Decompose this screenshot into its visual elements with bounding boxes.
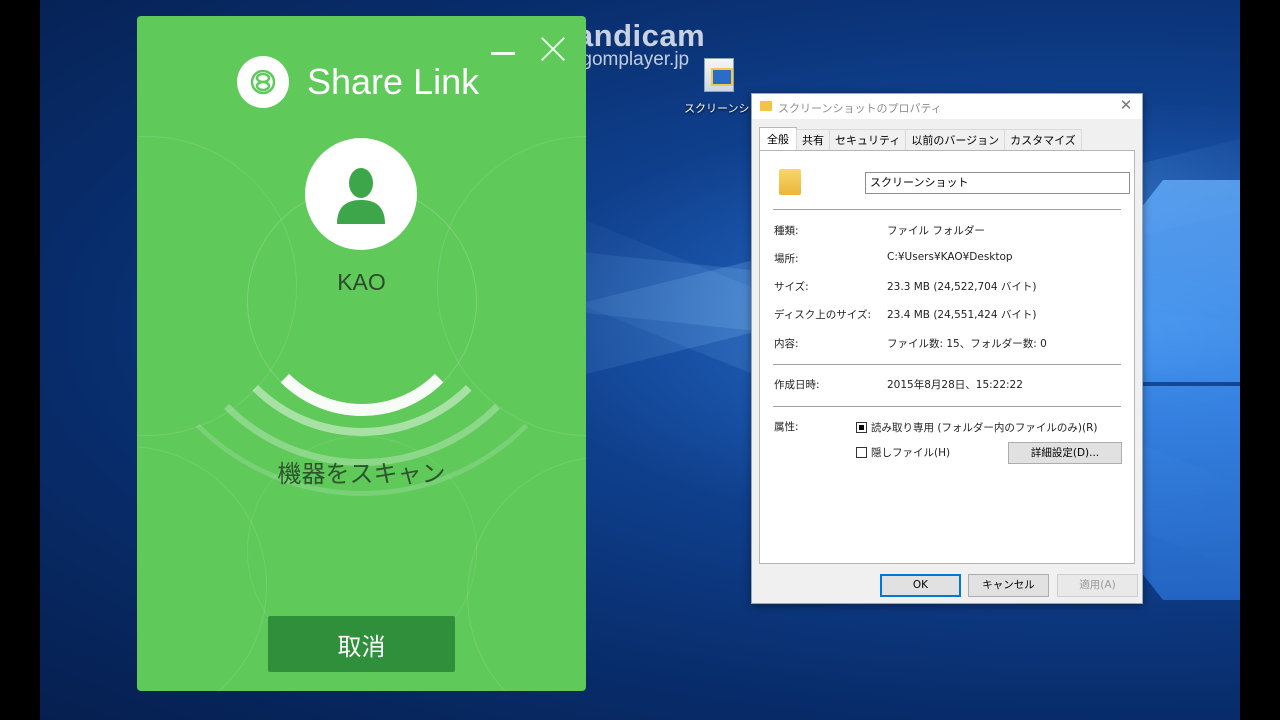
desktop-icon-screenshot[interactable]: スクリーンショッ [684,58,772,116]
user-name: KAO [337,269,386,295]
folder-icon [779,169,801,195]
created-value: 2015年8月28日、15:22:22 [887,379,1023,391]
share-link-brand: Share Link [237,56,479,108]
location-value: C:¥Users¥KAO¥Desktop [887,251,1013,263]
ok-button[interactable]: OK [880,574,961,597]
cancel-scan-button[interactable]: 取消 [268,616,455,672]
tab-bar: 全般 共有 セキュリティ 以前のバージョン カスタマイズ [759,127,1082,151]
windows-logo [1130,180,1240,600]
user-icon [337,168,385,224]
divider [773,364,1121,365]
readonly-label: 読み取り専用 (フォルダー内のファイルのみ)(R) [871,422,1098,434]
created-label: 作成日時: [774,379,820,391]
close-icon[interactable]: ✕ [1118,97,1134,113]
app-name: Share Link [307,61,480,102]
user-avatar [305,138,417,250]
contents-label: 内容: [774,338,799,350]
desktop-icon-label: スクリーンショッ [684,102,772,115]
folder-name-field[interactable]: スクリーンショット [865,172,1130,194]
general-panel: スクリーンショット 種類: ファイル フォルダー 場所: C:¥Users¥KA… [759,150,1135,564]
hidden-checkbox[interactable] [856,447,867,458]
share-link-window: Share Link KAO 機器をスキャン 取消 [137,16,586,691]
tab-general[interactable]: 全般 [759,127,797,151]
size-value: 23.3 MB (24,522,704 バイト) [887,281,1037,293]
properties-dialog: スクリーンショットのプロパティ ✕ 全般 共有 セキュリティ 以前のバージョン … [751,93,1143,604]
scan-status-text: 機器をスキャン [277,460,446,488]
location-label: 場所: [774,253,799,265]
contents-value: ファイル数: 15、フォルダー数: 0 [887,338,1047,350]
folder-icon [760,101,772,111]
cancel-button[interactable]: キャンセル [968,574,1049,597]
tab-sharing[interactable]: 共有 [796,129,830,151]
tab-security[interactable]: セキュリティ [829,129,907,151]
advanced-button[interactable]: 詳細設定(D)... [1008,442,1122,464]
minimize-button[interactable] [491,52,515,55]
tab-previous-versions[interactable]: 以前のバージョン [905,129,1006,151]
tab-customize[interactable]: カスタマイズ [1004,129,1082,151]
dialog-titlebar: スクリーンショットのプロパティ ✕ [752,94,1142,119]
close-button[interactable] [540,36,566,62]
size-label: サイズ: [774,281,809,293]
apply-button[interactable]: 適用(A) [1057,574,1138,597]
hidden-label: 隠しファイル(H) [871,447,951,459]
disk-size-value: 23.4 MB (24,551,424 バイト) [887,309,1037,321]
divider [773,209,1121,210]
dialog-title: スクリーンショットのプロパティ [778,102,942,115]
readonly-checkbox[interactable] [856,422,867,433]
disk-size-label: ディスク上のサイズ: [774,309,871,321]
type-value: ファイル フォルダー [887,225,985,237]
type-label: 種類: [774,225,799,237]
divider [773,406,1121,407]
share-link-logo-icon [237,56,289,108]
screenshot-folder-icon [704,58,734,92]
attributes-label: 属性: [774,421,799,433]
